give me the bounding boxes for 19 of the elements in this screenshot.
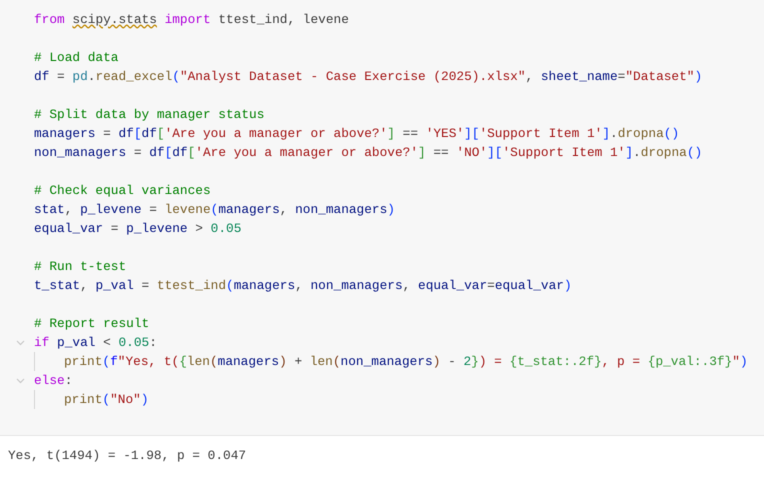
code-line: # Check equal variances [34,182,211,200]
code-line: # Report result [34,314,150,333]
code-line: if p_val < 0.05: [34,334,157,352]
code-line: # Split data by manager status [34,106,264,124]
fold-chevron-icon[interactable] [16,340,24,346]
code-line: equal_var = p_levene > 0.05 [34,220,242,238]
code-line: # Load data [34,48,118,67]
code-line: print("No") [64,390,148,409]
code-line: stat, p_levene = levene(managers, non_managers) [34,200,395,219]
cell-output: Yes, t(1494) = -1.98, p = 0.047 [8,447,248,465]
code-line: t_stat, p_val = ttest_ind(managers, non_managers, equal_var=equal_var) [34,276,572,295]
code-line: managers = df[df['Are you a manager or above?'] == 'YES']['Support Item 1'].dropna() [34,124,680,143]
code-line: from scipy.stats import ttest_ind, levene [34,10,349,29]
code-line: # Run t-test [34,258,126,276]
fold-chevron-icon[interactable] [16,378,24,384]
code-line: print(f"Yes, t({len(managers) + len(non_managers) - 2}) = {t_stat:.2f}, p = {p_val:.3f}") [64,352,748,371]
code-line: df = pd.read_excel("Analyst Dataset - Case Exercise (2025).xlsx", sheet_name="Dataset") [34,68,702,86]
code-line: non_managers = df[df['Are you a manager or above?'] == 'NO']['Support Item 1'].dropna() [34,144,702,162]
code-line: else: [34,372,72,390]
